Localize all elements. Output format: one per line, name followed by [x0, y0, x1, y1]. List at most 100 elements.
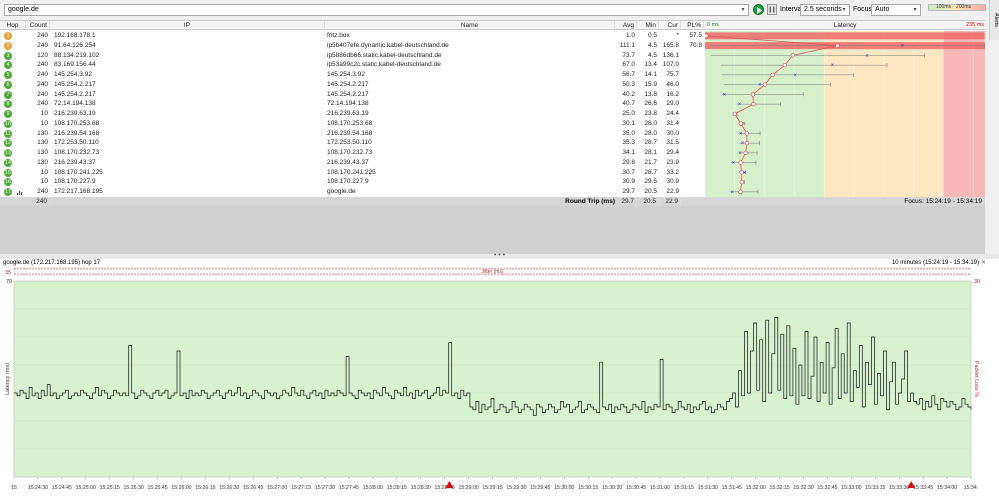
- target-value: google.de: [8, 6, 39, 13]
- hop-number-badge: 5: [4, 71, 12, 79]
- latency-avg-point: [762, 82, 768, 87]
- graph-icon[interactable]: [17, 190, 23, 195]
- cell-ip: 88.134.219.102: [54, 51, 100, 59]
- cell-ip: 216.239.63.19: [54, 110, 96, 117]
- x-tick-label: 15:32:45: [817, 485, 837, 491]
- pause-icon: [769, 6, 775, 13]
- latency-current-mark: ×: [723, 92, 727, 98]
- x-tick-label: 15:31:45: [722, 485, 742, 491]
- table-row[interactable]: 11 130 216.239.54.168 216.239.54.168 35.0 28.…: [0, 129, 705, 139]
- cell-pl: 70.8: [689, 41, 702, 49]
- cell-cur: 16.2: [666, 90, 679, 98]
- cell-count: 10: [40, 119, 48, 127]
- cell-hop: 17: [0, 187, 26, 197]
- cell-count: 130: [37, 149, 48, 156]
- cell-ip: 108.170.232.73: [54, 149, 100, 156]
- cell-avg: 29.8: [622, 158, 635, 166]
- cell-pl: [681, 158, 704, 168]
- cell-avg: 40.2: [622, 90, 635, 98]
- cell-cur: 24.4: [666, 110, 679, 117]
- x-tick-label: 15:33:45: [913, 485, 933, 491]
- start-button[interactable]: [753, 4, 764, 15]
- col-pl[interactable]: PL%: [681, 21, 704, 30]
- col-hop[interactable]: Hop: [0, 21, 26, 30]
- cell-count: 10: [40, 178, 48, 186]
- close-icon[interactable]: ✕: [981, 259, 986, 267]
- col-min[interactable]: Min: [637, 21, 659, 30]
- latency-current-mark: ×: [738, 151, 742, 157]
- x-tick-label: 15:30:15: [578, 485, 598, 491]
- table-row[interactable]: 14 130 216.239.43.37 216.239.43.37 29.8 21.7 2…: [0, 158, 705, 168]
- col-name[interactable]: Name: [325, 21, 615, 30]
- table-row[interactable]: 16 10 108.170.227.9 108.170.227.9 30.9 29.5 30…: [0, 177, 705, 187]
- cell-min: 20.5: [644, 188, 657, 195]
- x-tick-label: 15:33:15: [865, 485, 885, 491]
- col-latency[interactable]: Latency: [705, 21, 985, 30]
- interval-select[interactable]: 2.5 seconds ▾: [800, 4, 850, 16]
- x-tick-label: 15:25:15: [100, 485, 120, 491]
- x-tick-label: 15:24:30: [28, 485, 48, 491]
- empty-area: [0, 206, 985, 254]
- table-row[interactable]: 4 240 83.169.156.44 ip53a99c2c.static.kabel…: [0, 60, 705, 70]
- x-tick-label: 15:33:30: [889, 485, 909, 491]
- hop-rows: 1 240 192.168.178.1 fritz.box 1.0 0.5 * 57.5 2 24…: [0, 31, 705, 197]
- pause-button[interactable]: [767, 4, 777, 15]
- summary-focus: Focus: 15:24:19 - 15:34:19: [904, 198, 982, 205]
- table-row[interactable]: 1 240 192.168.178.1 fritz.box 1.0 0.5 * 57.5: [0, 31, 705, 41]
- cell-hop: 13: [0, 148, 26, 158]
- cell-cur: 46.0: [666, 80, 679, 88]
- alerts-tab[interactable]: Alerts: [989, 0, 999, 40]
- cell-avg: 40.7: [622, 100, 635, 108]
- cell-avg: 25.0: [622, 110, 635, 117]
- table-row[interactable]: 10 10 108.170.253.68 108.170.253.68 30.1 28.0…: [0, 119, 705, 129]
- latency-graph: ××××××××××××××××: [705, 31, 985, 197]
- cell-hop: 1: [0, 31, 26, 41]
- cell-avg: 30.7: [622, 168, 635, 176]
- hop-number-badge: 10: [4, 119, 12, 128]
- x-tick-label: 15:27:45: [339, 485, 359, 491]
- table-row[interactable]: 17 240 172.217.168.195 google.de 29.7 20.5 22.…: [0, 187, 705, 197]
- target-dropdown-icon[interactable]: ▾: [739, 5, 747, 15]
- table-row[interactable]: 13 130 108.170.232.73 108.170.232.73 34.1 28.…: [0, 148, 705, 158]
- focus-select[interactable]: Auto ▾: [871, 4, 921, 16]
- table-row[interactable]: 5 240 145.254.3.92 145.254.3.92 56.7 14.1 75.7: [0, 70, 705, 80]
- target-input[interactable]: google.de ▾: [4, 4, 749, 16]
- table-row[interactable]: 2 240 91.64.126.254 ip5b407efe.dynamic.kabe…: [0, 41, 705, 51]
- col-avg[interactable]: Avg: [615, 21, 637, 30]
- latency-avg-point: [835, 43, 840, 48]
- cell-avg: 29.7: [622, 188, 635, 195]
- col-count[interactable]: Count: [26, 21, 50, 30]
- cell-name: 108.170.232.73: [327, 149, 373, 156]
- x-tick-label: 15:28:30: [411, 485, 431, 491]
- cell-cur: 29.0: [666, 100, 679, 108]
- col-cur[interactable]: Cur: [659, 21, 681, 30]
- cell-ip: 172.217.168.195: [54, 188, 103, 195]
- cell-name: ip53a99c2c.static.kabel-deutschland.de: [327, 61, 441, 69]
- play-icon: [757, 7, 762, 14]
- cell-ip: 216.239.54.168: [54, 129, 100, 137]
- hop-number-badge: 2: [4, 41, 12, 50]
- table-row[interactable]: 6 240 145.254.2.217 145.254.2.217 50.3 15.9 46…: [0, 80, 705, 90]
- cell-cur: 30.9: [666, 178, 679, 186]
- table-row[interactable]: 8 240 72.14.194.138 72.14.194.138 40.7 26.6 29…: [0, 99, 705, 109]
- table-row[interactable]: 15 10 108.170.241.225 108.170.241.225 30.7 28…: [0, 168, 705, 178]
- cell-count: 240: [37, 100, 48, 108]
- cell-hop: 15: [0, 168, 26, 178]
- table-row[interactable]: 3 120 88.134.219.102 ip5886db66.static.kabe…: [0, 51, 705, 61]
- x-tick-label: 15:25:45: [147, 485, 167, 491]
- col-ip[interactable]: IP: [50, 21, 325, 30]
- cell-min: 28.7: [644, 168, 657, 176]
- cell-hop: 6: [0, 80, 26, 90]
- table-row[interactable]: 7 240 145.254.2.217 145.254.2.217 40.2 13.8 16…: [0, 90, 705, 100]
- focus-value: Auto: [875, 6, 890, 13]
- cell-pl: [681, 168, 704, 178]
- latency-zone-red: [943, 31, 985, 197]
- x-tick-label: 15:30:00: [554, 485, 574, 491]
- table-row[interactable]: 12 130 172.253.50.110 172.253.50.110 35.3 28.…: [0, 138, 705, 148]
- summary-cur: 22.9: [659, 197, 681, 206]
- x-tick-label: 15:34:00: [937, 485, 957, 491]
- cell-min: 28.0: [644, 129, 657, 137]
- table-row[interactable]: 9 10 216.239.63.19 216.239.63.19 25.0 23.8 24.…: [0, 109, 705, 119]
- cell-avg: 67.0: [622, 61, 635, 69]
- latency-avg-point: [738, 160, 743, 165]
